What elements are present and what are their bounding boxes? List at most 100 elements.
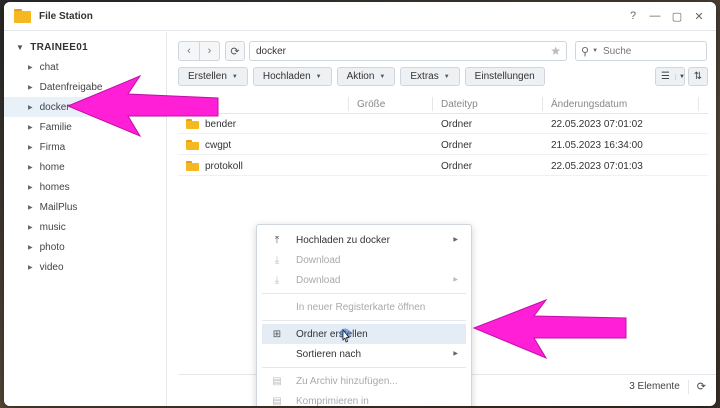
close-button[interactable]: ✕ <box>690 8 708 24</box>
new-folder-icon: ⊞ <box>272 328 282 340</box>
menu-separator <box>262 367 466 368</box>
date-cell: 21.05.2023 16:34:00 <box>551 139 643 151</box>
column-type[interactable]: Dateityp <box>436 94 478 114</box>
help-button[interactable]: ? <box>624 8 642 24</box>
mouse-cursor-icon <box>340 328 351 343</box>
submenu-chevron-right-icon: ▶ <box>453 237 458 243</box>
type-cell: Ordner <box>441 160 473 172</box>
history-buttons: ‹ › <box>178 41 220 61</box>
menu-item-label: Ordner erstellen <box>296 328 368 340</box>
status-refresh-icon[interactable]: ⟳ <box>697 380 706 393</box>
caret-right-icon[interactable]: ▶ <box>28 224 33 231</box>
sidebar-item-firma[interactable]: ▶ Firma <box>4 137 166 157</box>
button-label: Einstellungen <box>474 71 535 82</box>
download-icon: ⤓ <box>274 274 280 286</box>
search-input[interactable] <box>603 45 684 57</box>
aktion-button[interactable]: Aktion ▼ <box>336 67 396 86</box>
sidebar-item-photo[interactable]: ▶ photo <box>4 237 166 257</box>
sidebar-item-label: homes <box>39 181 70 193</box>
upload-icon: ⤒ <box>274 234 280 246</box>
back-button[interactable]: ‹ <box>179 42 199 60</box>
caret-right-icon[interactable]: ▶ <box>28 244 33 251</box>
window-controls: ? — ▢ ✕ <box>624 8 708 24</box>
path-field[interactable]: docker ★ <box>249 41 567 61</box>
extras-button[interactable]: Extras ▼ <box>400 67 460 86</box>
menu-item-label: Komprimieren in <box>296 395 369 407</box>
hochladen-button[interactable]: Hochladen ▼ <box>252 67 332 86</box>
menu-item-label: Sortieren nach <box>296 348 362 360</box>
tree-root-node[interactable]: ▼ TRAINEE01 <box>4 37 166 57</box>
menu-item-label: Zu Archiv hinzufügen... <box>296 375 398 387</box>
caret-right-icon[interactable]: ▶ <box>28 204 33 211</box>
sort-icon: ⇅ <box>693 71 703 82</box>
table-row[interactable]: cwgpt Ordner 21.05.2023 16:34:00 <box>178 135 708 155</box>
menu-item-ordner-erstellen[interactable]: ⊞ Ordner erstellen <box>262 324 466 344</box>
download-icon: ⤓ <box>274 254 280 266</box>
view-options: ☰ ▼ ⇅ <box>655 67 708 86</box>
column-modified[interactable]: Änderungsdatum <box>546 94 627 114</box>
menu-item-hochladen-zu-docker[interactable]: ⤒ Hochladen zu docker ▶ <box>262 230 466 250</box>
sidebar-item-label: music <box>39 221 66 233</box>
menu-item-label: Download <box>296 254 341 266</box>
view-mode-button[interactable]: ☰ ▼ <box>655 67 685 86</box>
maximize-button[interactable]: ▢ <box>668 8 686 24</box>
caret-right-icon[interactable]: ▶ <box>28 164 33 171</box>
file-table-header: Größe Dateityp Änderungsdatum <box>178 94 708 114</box>
sidebar-item-label: photo <box>39 241 65 253</box>
menu-item-download: ⤓ Download ▶ <box>262 270 466 290</box>
sidebar-item-music[interactable]: ▶ music <box>4 217 166 237</box>
table-row[interactable]: bender Ordner 22.05.2023 07:01:02 <box>178 114 708 134</box>
caret-right-icon[interactable]: ▶ <box>28 144 33 151</box>
menu-item-label: Download <box>296 274 341 286</box>
path-text: docker <box>256 45 287 57</box>
search-icon[interactable]: ⚲ <box>581 45 589 58</box>
search-options-chevron-icon[interactable]: ▼ <box>592 48 598 54</box>
chevron-down-icon: ▼ <box>379 73 386 80</box>
context-menu: ⤒ Hochladen zu docker ▶ ⤓ Download ⤓ Download ▶… <box>256 224 472 406</box>
caret-right-icon[interactable]: ▶ <box>28 84 33 91</box>
annotation-arrow-right <box>472 298 627 360</box>
sidebar-item-mailplus[interactable]: ▶ MailPlus <box>4 197 166 217</box>
forward-button[interactable]: › <box>199 42 219 60</box>
einstellungen-button[interactable]: Einstellungen <box>464 67 545 86</box>
table-row[interactable]: protokoll Ordner 22.05.2023 07:01:03 <box>178 156 708 176</box>
menu-item-in-neuer-registerkarte-öffnen: In neuer Registerkarte öffnen <box>262 297 466 317</box>
refresh-button[interactable]: ⟳ <box>225 41 245 61</box>
window-title: File Station <box>39 10 93 22</box>
caret-right-icon[interactable]: ▶ <box>28 64 33 71</box>
sidebar-item-label: Firma <box>39 141 66 153</box>
caret-right-icon[interactable]: ▶ <box>28 184 33 191</box>
name-cell: protokoll <box>186 156 243 176</box>
caret-right-icon[interactable]: ▶ <box>28 124 33 131</box>
chevron-down-icon: ▼ <box>443 73 450 80</box>
archive-icon: ▤ <box>272 395 282 407</box>
button-label: Aktion <box>346 71 375 82</box>
folder-icon <box>186 140 199 150</box>
caret-right-icon[interactable]: ▶ <box>28 104 33 111</box>
sidebar-item-label: video <box>39 261 64 273</box>
search-field[interactable]: ⚲ ▼ <box>575 41 707 61</box>
menu-item-sortieren-nach[interactable]: Sortieren nach ▶ <box>262 344 466 364</box>
sidebar-item-home[interactable]: ▶ home <box>4 157 166 177</box>
caret-right-icon[interactable]: ▶ <box>28 264 33 271</box>
favorite-star-icon[interactable]: ★ <box>550 44 561 58</box>
annotation-arrow-left <box>66 74 219 138</box>
date-cell: 22.05.2023 07:01:03 <box>551 160 643 172</box>
column-size[interactable]: Größe <box>352 94 385 114</box>
minimize-button[interactable]: — <box>646 8 664 24</box>
sidebar-item-video[interactable]: ▶ video <box>4 257 166 277</box>
sort-button[interactable]: ⇅ <box>688 67 708 86</box>
sidebar-item-label: MailPlus <box>39 201 78 213</box>
chevron-down-icon: ▼ <box>231 73 238 80</box>
sidebar-item-homes[interactable]: ▶ homes <box>4 177 166 197</box>
title-bar: File Station ? — ▢ ✕ <box>4 2 716 31</box>
item-count: 3 Elemente <box>629 381 680 392</box>
caret-down-icon[interactable]: ▼ <box>16 43 24 52</box>
tree-root-label: TRAINEE01 <box>30 41 88 53</box>
file-name: cwgpt <box>205 139 232 151</box>
date-cell: 22.05.2023 07:01:02 <box>551 118 643 130</box>
list-view-icon: ☰ <box>661 71 670 82</box>
menu-item-label: In neuer Registerkarte öffnen <box>296 301 426 313</box>
folder-icon <box>186 161 199 171</box>
menu-item-label: Hochladen zu docker <box>296 234 390 246</box>
